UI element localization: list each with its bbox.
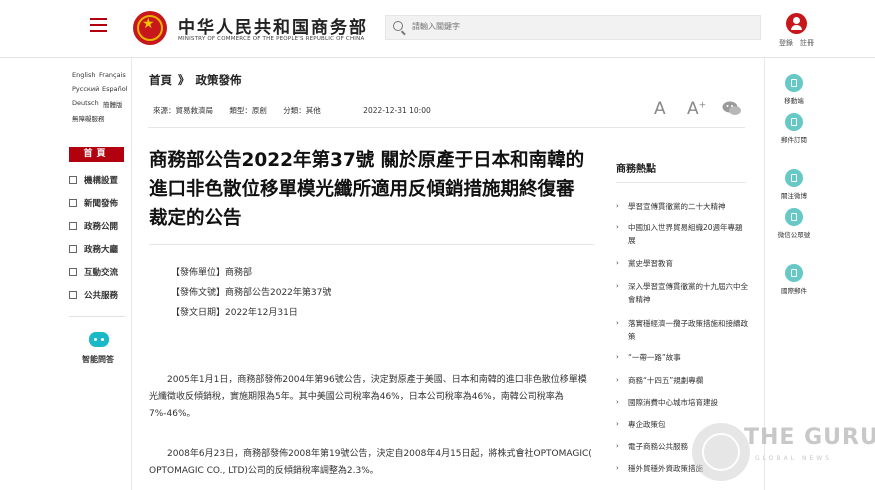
font-size-large-button[interactable]: A — [654, 99, 666, 119]
font-size-increase-button[interactable]: A+ — [687, 99, 706, 119]
sidebar-item-hall[interactable]: 政務大廳 — [69, 243, 118, 255]
lang-simplified[interactable]: 簡體版 — [103, 99, 123, 109]
mobile-link[interactable]: 移動端 — [781, 74, 807, 105]
meta-category: 分類：其他 — [283, 106, 321, 115]
arrow-icon: › — [616, 282, 619, 290]
divider — [148, 127, 745, 128]
divider — [69, 316, 125, 317]
register-link[interactable]: 註冊 — [800, 38, 814, 48]
mobile-icon — [785, 74, 803, 92]
left-sidebar: English Français Русский Español Deutsch… — [67, 58, 132, 490]
search-box[interactable] — [385, 15, 761, 40]
arrow-icon: › — [616, 442, 619, 450]
watermark-sub: GLOBAL NEWS — [755, 455, 832, 462]
article-paragraph: 2008年6月23日，商務部發佈2008年第19號公告，決定自2008年4月15… — [149, 449, 592, 476]
hall-icon — [69, 245, 77, 253]
arrow-icon: › — [616, 398, 619, 406]
meta-source: 來源：貿易救濟局 — [153, 106, 213, 115]
grid-icon — [69, 176, 77, 184]
lang-english[interactable]: English — [72, 71, 95, 79]
breadcrumb-section[interactable]: 政策發佈 — [196, 73, 242, 87]
user-icon[interactable] — [786, 13, 807, 34]
site-header: ★ 中华人民共和国商务部 MINISTRY OF COMMERCE OF THE… — [0, 0, 875, 58]
wechat-icon — [785, 208, 803, 226]
hot-item[interactable]: › 落實穩經濟一攬子政策措施和接續政策 — [616, 317, 750, 343]
arrow-icon: › — [616, 464, 619, 472]
sidebar-home-button[interactable]: 首頁 — [69, 147, 124, 162]
at-icon — [785, 264, 803, 282]
site-name[interactable]: 中华人民共和国商务部 — [178, 13, 368, 38]
arrow-icon: › — [616, 223, 619, 231]
lang-german[interactable]: Deutsch — [72, 99, 99, 107]
arrow-icon: › — [616, 353, 619, 361]
divider — [616, 182, 746, 183]
services-icon — [69, 291, 77, 299]
wechat-link[interactable]: 微信公眾號 — [778, 208, 810, 239]
breadcrumb-home[interactable]: 首頁 — [149, 73, 172, 87]
lang-french[interactable]: Français — [99, 71, 126, 79]
arrow-icon: › — [616, 202, 619, 210]
hot-item[interactable]: › 深入學習宣傳貫徹黨的十九屆六中全會精神 — [616, 280, 750, 306]
article-meta: 來源：貿易救濟局 類型：原創 分類：其他 2022-12-31 10:00 — [153, 105, 445, 116]
meta-date: 2022-12-31 10:00 — [363, 106, 431, 115]
hot-item[interactable]: › 中國加入世界貿易組織20週年專題展 — [616, 221, 750, 247]
divider — [149, 244, 594, 245]
field-doc-number: 【發佈文號】商務部公告2022年第37號 — [171, 288, 332, 298]
meta-type: 類型：原創 — [229, 106, 267, 115]
font-size-plus: + — [698, 100, 707, 111]
hot-topics-title: 商務熱點 — [616, 164, 656, 175]
hot-item[interactable]: › 黨史學習教育 — [616, 257, 750, 270]
weibo-icon — [785, 169, 803, 187]
breadcrumb-separator: 》 — [178, 73, 190, 87]
article-paragraph: 2005年1月1日，商務部發佈2004年第96號公告，決定對原產于美國、日本和南… — [149, 375, 587, 419]
news-icon — [69, 199, 77, 207]
menu-icon[interactable] — [90, 18, 107, 32]
field-publisher: 【發佈單位】商務部 — [171, 268, 253, 278]
hot-item[interactable]: › 學習宣傳貫徹黨的二十大精神 — [616, 200, 750, 213]
email-subscribe-link[interactable]: 郵件訂閱 — [781, 113, 807, 144]
wechat-share-icon[interactable] — [722, 101, 742, 116]
field-date: 【發文日期】2022年12月31日 — [171, 308, 298, 318]
arrow-icon: › — [616, 259, 619, 267]
weibo-link[interactable]: 關注微博 — [781, 169, 807, 200]
document-icon — [69, 222, 77, 230]
arrow-icon: › — [616, 420, 619, 428]
search-input[interactable] — [412, 22, 712, 31]
sidebar-item-disclosure[interactable]: 政務公開 — [69, 220, 118, 232]
sidebar-item-organization[interactable]: 機構設置 — [69, 174, 118, 186]
breadcrumb: 首頁》政策發佈 — [149, 72, 242, 88]
sidebar-item-news[interactable]: 新聞發佈 — [69, 197, 118, 209]
login-link[interactable]: 登錄 — [779, 38, 793, 48]
site-subtitle: MINISTRY OF COMMERCE OF THE PEOPLE'S REP… — [178, 36, 365, 42]
hot-item[interactable]: › 商務“十四五”規劃專欄 — [616, 374, 750, 387]
sidebar-item-services[interactable]: 公共服務 — [69, 289, 118, 301]
lang-russian[interactable]: Русский — [72, 85, 99, 93]
sidebar-item-interaction[interactable]: 互動交流 — [69, 266, 118, 278]
lang-spanish[interactable]: Español — [102, 85, 128, 93]
hot-item[interactable]: › “一帶一路”故事 — [616, 351, 750, 364]
article-title: 商務部公告2022年第37號 關於原產于日本和南韓的進口非色散位移單模光纖所適用… — [149, 150, 585, 229]
arrow-icon: › — [616, 376, 619, 384]
international-mail-link[interactable]: 國際郵件 — [781, 264, 807, 295]
robot-icon[interactable] — [89, 332, 109, 347]
search-icon[interactable] — [393, 21, 403, 31]
mail-icon — [785, 113, 803, 131]
font-size-increase-label: A — [687, 99, 699, 119]
arrow-icon: › — [616, 319, 619, 327]
assistant-label[interactable]: 智能問答 — [82, 354, 114, 365]
national-emblem-logo[interactable]: ★ — [133, 11, 167, 45]
watermark-brand: THE GURU — [744, 425, 875, 450]
chat-icon — [69, 268, 77, 276]
accessibility-link[interactable]: 無障礙服務 — [72, 113, 105, 123]
watermark-logo-icon — [692, 423, 750, 481]
hot-item[interactable]: › 國際消費中心城市培育建設 — [616, 396, 750, 409]
